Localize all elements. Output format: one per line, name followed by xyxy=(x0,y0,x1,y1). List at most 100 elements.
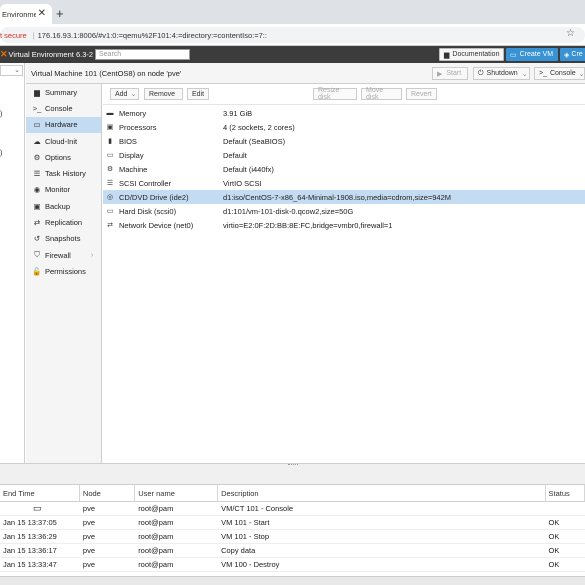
menu-item-backup[interactable]: ▣ Backup xyxy=(26,198,101,214)
security-indicator[interactable]: t secure xyxy=(0,31,27,40)
column-header-end-time[interactable]: End Time xyxy=(0,485,80,501)
column-header-status[interactable]: Status xyxy=(546,485,585,501)
menu-item-options[interactable]: ⚙ Options xyxy=(26,149,101,165)
task-user: root@pam xyxy=(138,504,174,513)
menu-item-label: Console xyxy=(45,103,73,113)
hardware-row[interactable]: ☰ SCSI Controller VirtIO SCSI xyxy=(103,176,585,190)
task-status: OK xyxy=(548,546,560,555)
task-node: pve xyxy=(82,546,96,555)
cdrom-icon: ◎ xyxy=(106,194,114,201)
task-rows: ▭ pve root@pam VM/CT 101 - Console Jan 15 13… xyxy=(0,502,585,572)
hardware-row[interactable]: ▬ Memory 3.91 GiB xyxy=(103,106,585,120)
hardware-list: ▬ Memory 3.91 GiB ▣ Processors 4 (2 sockets, … xyxy=(103,106,585,232)
create-ct-button[interactable]: ◈ Cre xyxy=(560,48,585,61)
menu-item-snapshots[interactable]: ↺ Snapshots xyxy=(26,231,101,247)
task-end-time: Jan 15 13:33:47 xyxy=(3,560,57,569)
revert-button[interactable]: Revert xyxy=(406,88,437,100)
url-text[interactable]: 176.16.93.1:8006/#v1:0:=qemu%2F101:4:=di… xyxy=(38,31,267,40)
menu-item-label: Permissions xyxy=(45,266,86,276)
menu-item-console[interactable]: >_ Console xyxy=(26,100,101,116)
create-vm-button[interactable]: ▭ Create VM xyxy=(506,48,558,61)
star-icon[interactable]: ☆ xyxy=(566,28,575,39)
task-user: root@pam xyxy=(138,532,174,541)
hardware-value: d1:iso/CentOS-7-x86_64-Minimal-1908.iso,… xyxy=(223,192,452,202)
remove-button[interactable]: Remove xyxy=(144,88,183,100)
retweet-icon: ⇄ xyxy=(33,218,41,228)
view-selector[interactable]: ⌄ xyxy=(0,65,23,76)
book-icon: ▆ xyxy=(34,87,40,97)
hardware-row[interactable]: ▮ BIOS Default (SeaBIOS) xyxy=(103,134,585,148)
create-ct-label: Cre xyxy=(571,51,583,58)
tree-item[interactable]: ) xyxy=(0,148,3,157)
menu-item-firewall[interactable]: ⛉ Firewall › xyxy=(26,247,101,263)
hardware-row[interactable]: ▣ Processors 4 (2 sockets, 2 cores) xyxy=(103,120,585,134)
task-end-time: Jan 15 13:36:29 xyxy=(3,532,57,541)
edit-button[interactable]: Edit xyxy=(187,88,209,100)
chevron-right-icon[interactable]: › xyxy=(91,252,93,259)
hardware-name: Network Device (net0) xyxy=(119,220,194,230)
browser-tab[interactable]: Environme ✕ xyxy=(0,4,52,24)
hardware-name: Processors xyxy=(119,122,157,132)
column-header-node[interactable]: Node xyxy=(80,485,136,501)
hardware-panel: Add ⌄ Remove Edit Resize disk Move disk … xyxy=(103,84,585,463)
table-row[interactable]: Jan 15 13:37:05 pve root@pam VM 101 - Start… xyxy=(0,516,585,530)
resource-tree: ⌄ ) ) xyxy=(0,63,25,463)
tree-item[interactable]: ) xyxy=(0,109,3,118)
add-button[interactable]: Add ⌄ xyxy=(110,88,139,100)
menu-item-permissions[interactable]: 🔓 Permissions xyxy=(26,263,101,279)
menu-item-task-history[interactable]: ☰ Task History xyxy=(26,165,101,181)
memory-icon: ▬ xyxy=(106,109,114,117)
hdd-icon: ▭ xyxy=(106,208,114,215)
menu-item-replication[interactable]: ⇄ Replication xyxy=(26,214,101,230)
play-icon: ▶ xyxy=(437,70,443,78)
documentation-button[interactable]: ▆ Documentation xyxy=(439,48,504,61)
documentation-label: Documentation xyxy=(452,51,500,58)
search-input[interactable]: Search xyxy=(95,49,190,60)
column-header-description[interactable]: Description xyxy=(218,485,546,501)
hardware-name: Display xyxy=(119,150,144,160)
menu-item-cloud-init[interactable]: ☁ Cloud-Init xyxy=(26,133,101,149)
console-button[interactable]: >_ Console ⌄ xyxy=(534,67,585,80)
table-row[interactable]: Jan 15 13:33:47 pve root@pam VM 100 - Destr… xyxy=(0,558,585,572)
eye-icon: ◉ xyxy=(33,185,41,195)
table-row[interactable]: Jan 15 13:36:29 pve root@pam VM 101 - Stop O… xyxy=(0,530,585,544)
list-icon: ☰ xyxy=(33,169,41,179)
move-disk-button[interactable]: Move disk xyxy=(361,87,402,101)
start-button[interactable]: ▶ Start xyxy=(432,67,468,80)
table-row[interactable]: Jan 15 13:36:17 pve root@pam Copy data OK xyxy=(0,544,585,558)
hardware-value: virtio=E2:0F:2D:BB:8E:FC,bridge=vmbr0,fi… xyxy=(223,220,393,230)
unlock-icon: 🔓 xyxy=(32,266,42,276)
hardware-row[interactable]: ⇄ Network Device (net0) virtio=E2:0F:2D:BB… xyxy=(103,218,585,232)
hardware-name: BIOS xyxy=(119,136,137,146)
hardware-row[interactable]: ⚙ Machine Default (i440fx) xyxy=(103,162,585,176)
chevron-down-icon: ⌄ xyxy=(578,70,585,78)
gear-icon: ⚙ xyxy=(33,152,41,162)
menu-item-label: Backup xyxy=(45,201,71,211)
create-vm-label: Create VM xyxy=(519,51,554,58)
hardware-value: Default xyxy=(223,150,247,160)
url-field[interactable]: t secure | 176.16.93.1:8006/#v1:0:=qemu%… xyxy=(0,27,585,43)
resize-disk-button[interactable]: Resize disk xyxy=(313,87,357,101)
browser-tab-bar: Environme ✕ + xyxy=(0,0,585,24)
panel-splitter[interactable] xyxy=(0,463,585,485)
hardware-value: Default (SeaBIOS) xyxy=(223,136,286,146)
proxmox-logo: ✕ Virtual Environment 6.3-2 xyxy=(0,49,93,60)
menu-item-hardware[interactable]: ▭ Hardware xyxy=(26,116,101,133)
task-end-time: Jan 15 13:36:17 xyxy=(3,546,57,555)
splitter-handle[interactable] xyxy=(288,464,298,466)
hardware-row[interactable]: ▭ Hard Disk (scsi0) d1:101/vm-101-disk-0.q… xyxy=(103,204,585,218)
new-tab-button[interactable]: + xyxy=(56,6,64,21)
close-icon[interactable]: ✕ xyxy=(38,8,46,19)
bottom-scrollbar[interactable] xyxy=(0,576,585,585)
table-row[interactable]: ▭ pve root@pam VM/CT 101 - Console xyxy=(0,502,585,516)
menu-item-label: Monitor xyxy=(45,185,71,195)
book-icon: ▆ xyxy=(444,51,450,59)
hardware-name: Memory xyxy=(119,108,147,118)
hardware-row[interactable]: ◎ CD/DVD Drive (ide2) d1:iso/CentOS-7-x86_… xyxy=(103,190,585,204)
shutdown-button[interactable]: ⏻ Shutdown ⌄ xyxy=(473,67,530,80)
menu-item-monitor[interactable]: ◉ Monitor xyxy=(26,182,101,198)
column-header-user[interactable]: User name xyxy=(135,485,219,501)
menu-item-summary[interactable]: ▆ Summary xyxy=(26,84,101,100)
monitor-icon: ▭ xyxy=(33,503,42,513)
hardware-row[interactable]: ▭ Display Default xyxy=(103,148,585,162)
